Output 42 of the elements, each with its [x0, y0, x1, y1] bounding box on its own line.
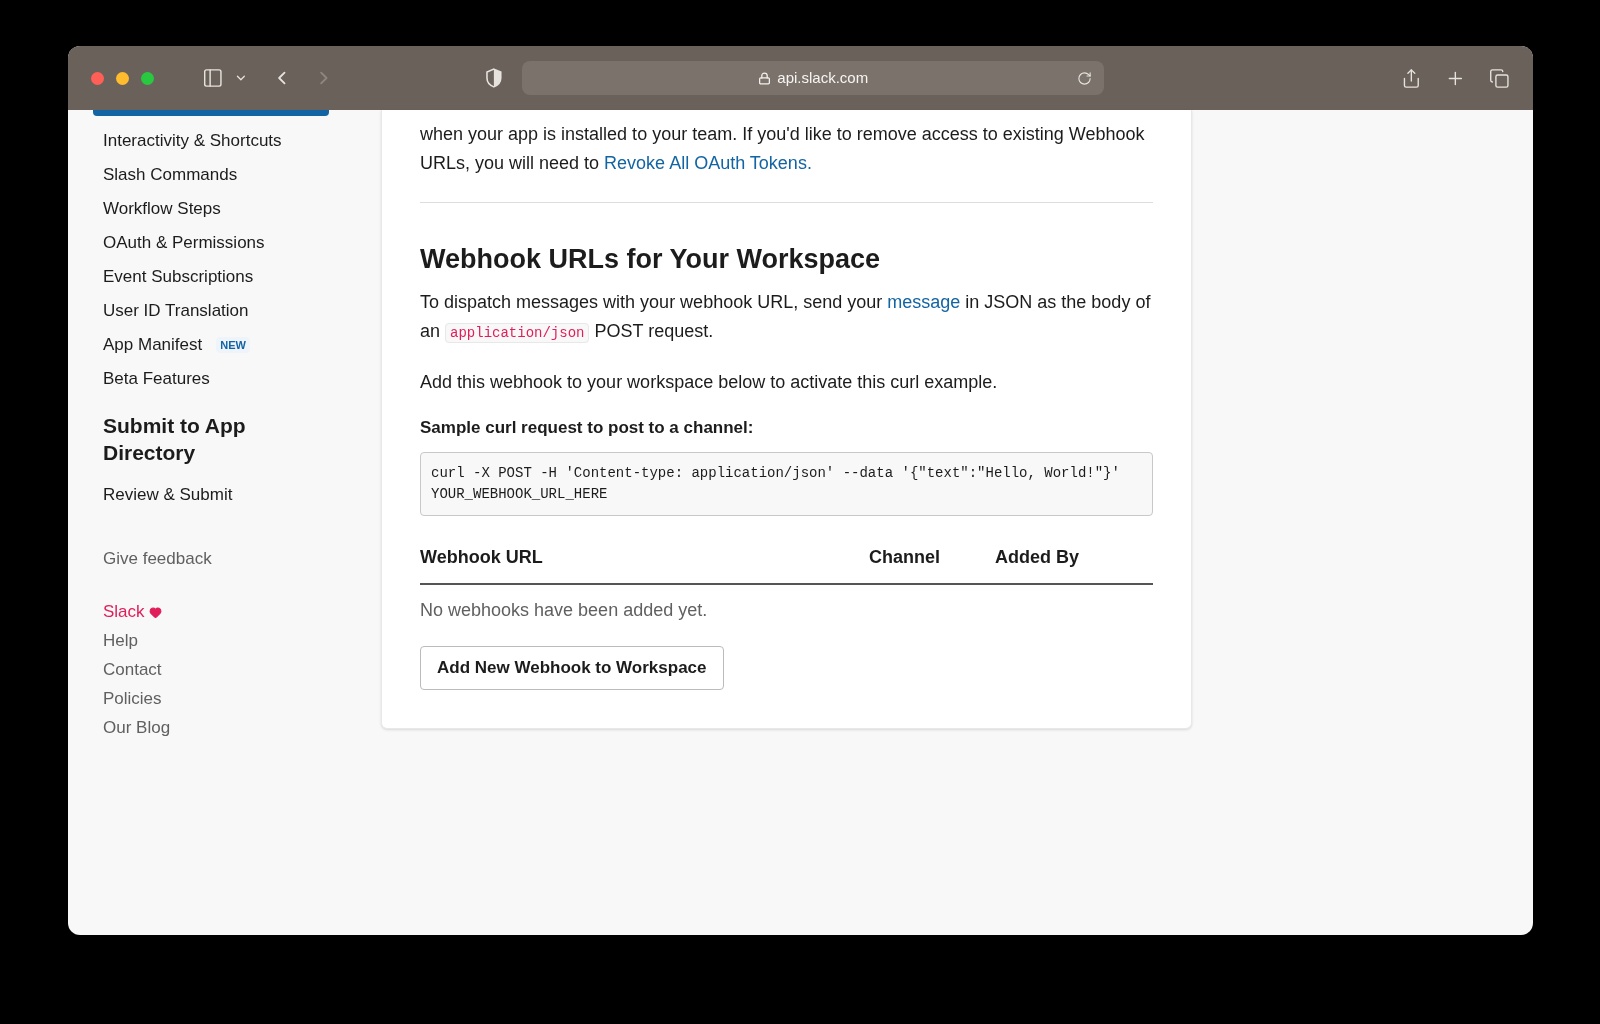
tab-overview-icon[interactable] [1489, 67, 1511, 89]
minimize-window-button[interactable] [116, 71, 129, 85]
reload-icon[interactable] [1077, 70, 1093, 86]
intro-paragraph: when your app is installed to your team. If you'd like to remove access to existing Webhook URLs, you will need to Revoke All OAuth Tokens. [420, 123, 1146, 175]
sidebar-item[interactable]: App Manifest [103, 332, 203, 358]
description-paragraph: To dispatch messages with your webhook URL, send your message in JSON as the body of an application/json POST request. [420, 290, 1152, 345]
footer-link[interactable]: Contact [103, 655, 162, 685]
code-block: curl -X POST -H 'Content-type: application/json' --data '{"text":"Hello, World!"}' YOUR_WEBHOOK_URL_HERE [420, 452, 1153, 516]
footer-link[interactable]: Help [103, 626, 138, 656]
sample-label: Sample curl request to post to a channel: [420, 416, 755, 439]
heart-icon [148, 605, 162, 619]
footer-link[interactable]: Policies [103, 684, 162, 714]
column-header: Webhook URL [420, 546, 544, 569]
empty-table-message: No webhooks have been added yet. [420, 599, 709, 622]
activate-note: Add this webhook to your workspace below to activate this curl example. [420, 370, 999, 394]
text-link[interactable]: message [887, 291, 961, 312]
sidebar-item[interactable]: Slash Commands [103, 162, 238, 188]
text-link[interactable]: Revoke All OAuth Tokens. [604, 153, 812, 173]
footer-link[interactable]: Our Blog [103, 713, 171, 743]
sidebar-toggle-icon[interactable] [202, 67, 224, 89]
add-webhook-button[interactable]: Add New Webhook to Workspace [420, 646, 724, 690]
address-text: api.slack.com [777, 67, 869, 88]
sidebar-section-heading: Submit to App Directory [103, 413, 247, 466]
section-heading: Webhook URLs for Your Workspace [420, 243, 882, 276]
sidebar-item[interactable]: Beta Features [103, 366, 210, 392]
sidebar-item[interactable]: Review & Submit [103, 478, 381, 512]
sidebar-item[interactable]: Interactivity & Shortcuts [103, 128, 282, 154]
column-header: Added By [995, 546, 1080, 569]
sidebar-item[interactable]: OAuth & Permissions [103, 230, 265, 256]
column-header: Channel [869, 546, 941, 569]
share-icon[interactable] [1401, 67, 1422, 89]
footer-link[interactable]: Slack [103, 599, 145, 625]
sidebar-item[interactable]: Event Subscriptions [103, 264, 254, 290]
shield-icon[interactable] [484, 68, 503, 88]
address-bar[interactable]: api.slack.com [522, 61, 1105, 95]
new-badge: NEW [216, 336, 250, 354]
inline-code: application/json [445, 322, 590, 343]
sidebar-item[interactable]: User ID Translation [103, 298, 249, 324]
feedback-link[interactable]: Give feedback [103, 546, 212, 572]
sidebar-item[interactable]: Workflow Steps [103, 196, 221, 222]
zoom-window-button[interactable] [141, 71, 154, 85]
lock-icon [758, 71, 772, 85]
